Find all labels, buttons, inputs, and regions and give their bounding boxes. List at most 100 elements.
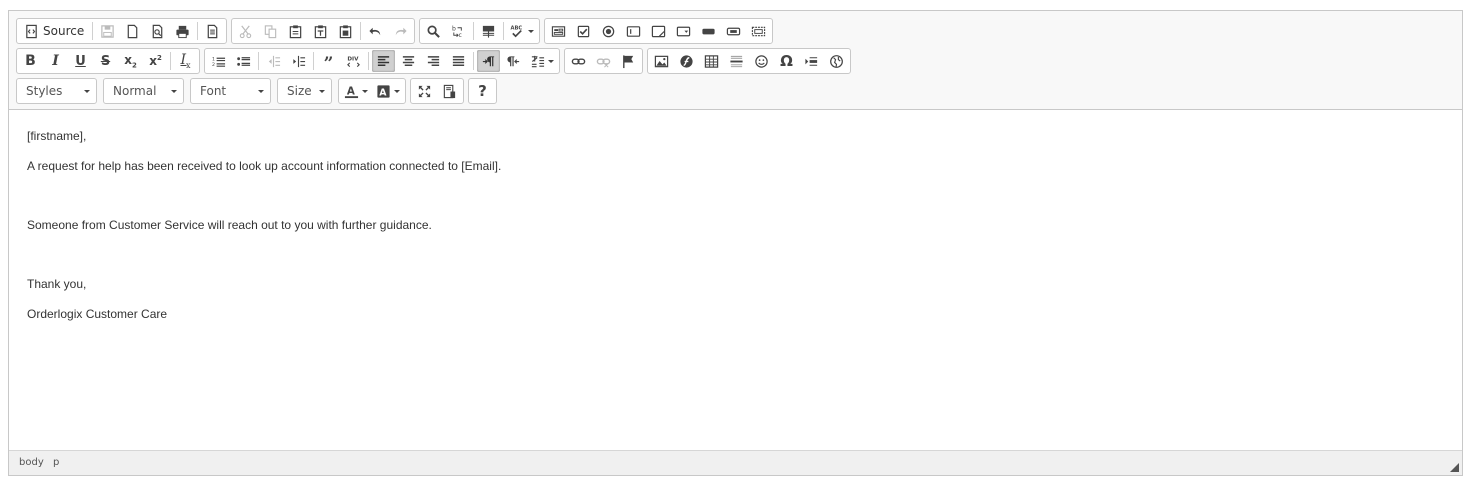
save-icon [100,24,115,39]
horizontal-rule-button[interactable] [725,50,748,72]
remove-format-button[interactable]: Ix [174,50,197,72]
save-button[interactable] [96,20,119,42]
unlink-button[interactable] [592,50,615,72]
select-button[interactable] [672,20,695,42]
replace-icon: bc [451,24,466,38]
underline-button[interactable]: U [69,50,92,72]
chevron-down-icon [171,90,177,93]
table-icon [704,54,719,69]
italic-button[interactable]: I [44,50,67,72]
language-button[interactable] [527,50,557,72]
help-button[interactable]: ? [471,80,494,102]
show-blocks-button[interactable] [438,80,461,102]
bg-color-button[interactable]: A [373,80,403,102]
copy-button[interactable] [259,20,282,42]
numbered-list-button[interactable]: 12 [207,50,230,72]
align-right-button[interactable] [422,50,445,72]
format-label: Normal [113,84,157,98]
checkbox-button[interactable] [572,20,595,42]
paste-word-icon [338,24,353,39]
path-p-link[interactable]: p [53,457,59,468]
svg-text:DIV: DIV [347,56,359,62]
imagebutton-button[interactable] [722,20,745,42]
styles-dropdown[interactable]: Styles [16,78,97,104]
path-body-link[interactable]: body [19,457,44,468]
separator [92,22,94,40]
pagebreak-button[interactable] [800,50,823,72]
format-dropdown[interactable]: Normal [103,78,184,104]
special-char-button[interactable]: Ω [775,50,798,72]
replace-button[interactable]: bc [447,20,470,42]
textarea-button[interactable] [647,20,670,42]
cut-icon [238,24,253,39]
size-dropdown[interactable]: Size [277,78,332,104]
maximize-button[interactable] [413,80,436,102]
superscript-button[interactable]: x2 [144,50,167,72]
separator [368,52,369,70]
link-button[interactable] [567,50,590,72]
anchor-button[interactable] [617,50,640,72]
outdent-button[interactable] [262,50,285,72]
form-button[interactable] [547,20,570,42]
unlink-icon [596,54,611,69]
table-button[interactable] [700,50,723,72]
textfield-button[interactable] [622,20,645,42]
text-color-button[interactable]: A [341,80,371,102]
image-icon [654,54,669,69]
new-page-button[interactable] [121,20,144,42]
preview-button[interactable] [146,20,169,42]
redo-button[interactable] [389,20,412,42]
resize-handle-icon[interactable] [1450,463,1459,472]
find-icon [426,24,441,39]
hiddenfield-button[interactable] [747,20,770,42]
find-button[interactable] [422,20,445,42]
ltr-button[interactable] [477,50,500,72]
image-button[interactable] [650,50,673,72]
undo-icon [368,24,383,39]
bulleted-list-button[interactable] [232,50,255,72]
spellcheck-button[interactable]: ABC [507,20,537,42]
flash-button[interactable] [675,50,698,72]
subscript-button[interactable]: x2 [119,50,142,72]
undo-button[interactable] [364,20,387,42]
print-icon [175,24,190,39]
source-button[interactable]: Source [19,20,89,42]
iframe-icon [829,54,844,69]
blockquote-button[interactable]: ” [317,50,340,73]
paste-word-button[interactable] [334,20,357,42]
toolbar-row-3: Styles Normal Font Size A A ? [16,78,501,104]
smiley-button[interactable] [750,50,773,72]
bold-button[interactable]: B [19,50,42,72]
justify-button[interactable] [447,50,470,72]
svg-text:2: 2 [212,62,215,68]
paste-text-button[interactable] [309,20,332,42]
cut-button[interactable] [234,20,257,42]
editor-status-bar: body p [9,450,1462,475]
indent-button[interactable] [287,50,310,72]
chevron-down-icon [394,89,400,93]
strikethrough-button[interactable]: S [94,50,117,72]
print-button[interactable] [171,20,194,42]
chevron-down-icon [258,90,264,93]
iframe-button[interactable] [825,50,848,72]
chevron-down-icon [319,90,325,93]
radio-button[interactable] [597,20,620,42]
form-icon [551,24,566,39]
justify-icon [451,54,466,69]
insert-group: Ω [647,48,851,74]
creatediv-button[interactable]: DIV [342,50,365,72]
svg-text:A: A [379,87,387,98]
chevron-down-icon [528,29,535,33]
rtl-button[interactable] [502,50,525,72]
font-dropdown[interactable]: Font [190,78,271,104]
align-center-button[interactable] [397,50,420,72]
align-left-button[interactable] [372,50,395,72]
textarea-icon [651,24,666,39]
toolbar-row-2: B I U S x2 x2 Ix 12 ” DIV Ω [16,48,855,74]
templates-icon [205,24,220,39]
closing-line: Thank you, [27,277,87,291]
paste-button[interactable] [284,20,307,42]
templates-button[interactable] [201,20,224,42]
select-all-button[interactable] [477,20,500,42]
button-button[interactable] [697,20,720,42]
